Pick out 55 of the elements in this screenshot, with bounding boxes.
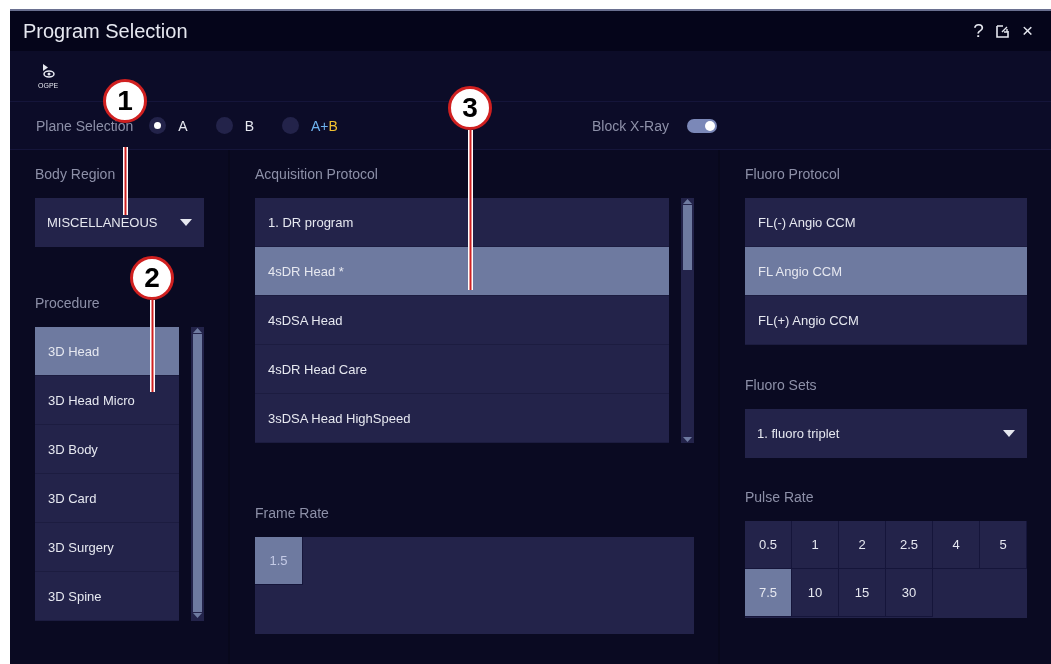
fluoro-sets-dropdown[interactable]: 1. fluoro triplet — [745, 409, 1027, 458]
scrollbar[interactable] — [191, 327, 204, 621]
pulse-rate-option[interactable]: 0.5 — [745, 521, 792, 569]
pulse-rate-option[interactable]: 2.5 — [886, 521, 933, 569]
window-title: Program Selection — [23, 19, 189, 43]
plane-option-label: B — [244, 117, 254, 134]
popout-icon[interactable] — [995, 24, 1010, 38]
list-item[interactable]: 4sDSA Head — [255, 296, 669, 345]
scroll-down-icon[interactable] — [191, 612, 204, 619]
scrollbar[interactable] — [681, 198, 694, 443]
list-item[interactable]: 3D Card — [35, 474, 179, 523]
plane-radio[interactable]: B — [207, 117, 266, 134]
pulse-rate-label: Pulse Rate — [745, 489, 815, 505]
list-item[interactable]: FL(-) Angio CCM — [745, 198, 1027, 247]
caret-icon — [180, 219, 192, 226]
acquisition-protocol-label: Acquisition Protocol — [255, 166, 379, 182]
list-item[interactable]: FL Angio CCM — [745, 247, 1027, 296]
pulse-rate-option[interactable]: 4 — [933, 521, 980, 569]
list-item[interactable]: 3sDSA Head HighSpeed — [255, 394, 669, 443]
list-item[interactable]: 3D Spine — [35, 572, 179, 621]
list-item[interactable]: 1. DR program — [255, 198, 669, 247]
body-region-dropdown[interactable]: MISCELLANEOUS — [35, 198, 204, 247]
body-region-label: Body Region — [35, 166, 117, 182]
plane-option-label: A+B — [311, 117, 338, 134]
list-item[interactable]: 3D Surgery — [35, 523, 179, 572]
caret-icon — [1003, 430, 1015, 437]
pulse-rate-option[interactable]: 7.5 — [745, 569, 792, 617]
pulse-rate-option[interactable]: 2 — [839, 521, 886, 569]
list-item[interactable]: 3D Head — [35, 327, 179, 376]
pulse-rate-option[interactable]: 15 — [839, 569, 886, 617]
eye-icon — [41, 63, 56, 79]
scroll-up-icon[interactable] — [681, 198, 694, 205]
fluoro-sets-label: Fluoro Sets — [745, 377, 818, 393]
callout-number: 2 — [130, 256, 174, 300]
list-item[interactable]: 4sDR Head * — [255, 247, 669, 296]
frame-rate-label: Frame Rate — [255, 505, 330, 521]
fluoro-protocol-label: Fluoro Protocol — [745, 166, 841, 182]
scroll-up-icon[interactable] — [191, 327, 204, 334]
pulse-rate-option[interactable]: 5 — [980, 521, 1027, 569]
scroll-down-icon[interactable] — [681, 436, 694, 443]
plane-option-label: A — [178, 117, 188, 134]
pulse-rate-option[interactable]: 30 — [886, 569, 933, 617]
procedure-label: Procedure — [35, 295, 101, 311]
list-item[interactable]: 4sDR Head Care — [255, 345, 669, 394]
block-xray-label: Block X-Ray — [591, 117, 669, 134]
close-button[interactable]: × — [1015, 20, 1039, 42]
list-item[interactable]: 3D Head Micro — [35, 376, 179, 425]
plane-radio[interactable]: A+B — [274, 117, 350, 134]
help-button[interactable]: ? — [967, 20, 990, 42]
leader-line — [122, 147, 128, 215]
list-item[interactable]: FL(+) Angio CCM — [745, 296, 1027, 345]
pulse-rate-option[interactable]: 1 — [792, 521, 839, 569]
list-item[interactable]: 3D Body — [35, 425, 179, 474]
block-xray-toggle[interactable] — [687, 118, 717, 133]
pulse-rate-option[interactable]: 10 — [792, 569, 839, 617]
